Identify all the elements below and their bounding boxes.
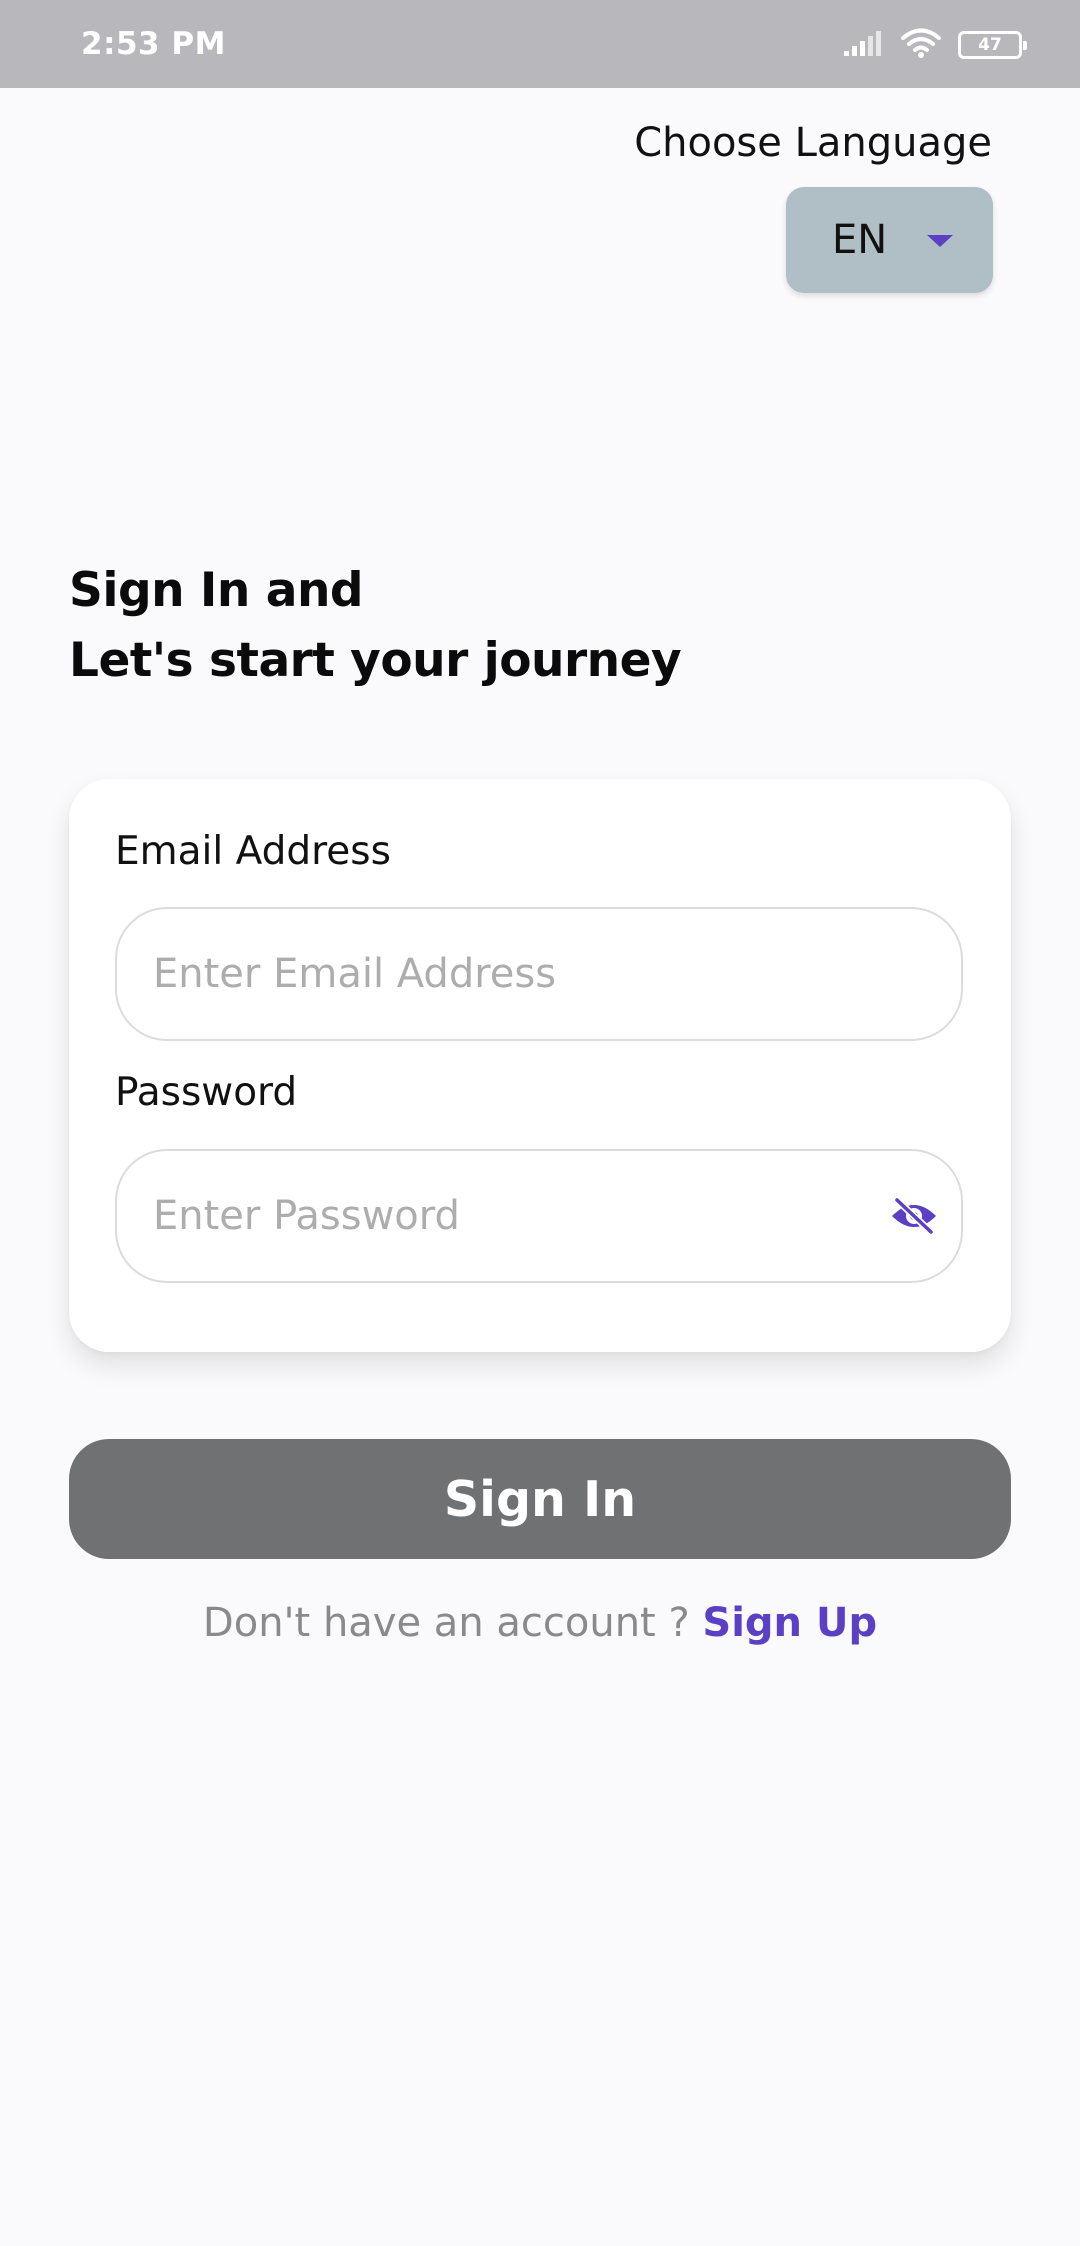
email-label: Email Address (115, 829, 391, 874)
language-dropdown[interactable]: EN (786, 187, 993, 293)
signup-prompt-text: Don't have an account ? (202, 1600, 703, 1646)
headline-line-1: Sign In and (69, 563, 364, 618)
wifi-icon (900, 27, 942, 63)
signin-button[interactable]: Sign In (69, 1439, 1011, 1559)
dropdown-caret-icon (925, 233, 955, 253)
choose-language-label: Choose Language (634, 120, 992, 166)
status-icons: 47 (842, 27, 1027, 63)
battery-level: 47 (978, 34, 1002, 55)
signup-row: Don't have an account ? Sign Up (0, 1600, 1080, 1646)
password-input[interactable] (153, 1151, 873, 1281)
signin-form-card: Email Address Password (69, 779, 1011, 1352)
password-field-container (115, 1149, 963, 1283)
signup-link[interactable]: Sign Up (702, 1600, 877, 1646)
headline-line-2: Let's start your journey (69, 633, 682, 688)
status-time: 2:53 PM (81, 26, 226, 62)
email-field-container (115, 907, 963, 1041)
eye-off-icon[interactable] (889, 1196, 939, 1236)
signal-icon (842, 29, 884, 61)
page-headline: Sign In and Let's start your journey (69, 556, 682, 696)
email-input[interactable] (153, 909, 873, 1039)
password-label: Password (115, 1070, 298, 1115)
battery-icon: 47 (958, 31, 1027, 59)
language-selected-value: EN (832, 217, 888, 263)
status-bar: 2:53 PM 47 (0, 0, 1080, 88)
